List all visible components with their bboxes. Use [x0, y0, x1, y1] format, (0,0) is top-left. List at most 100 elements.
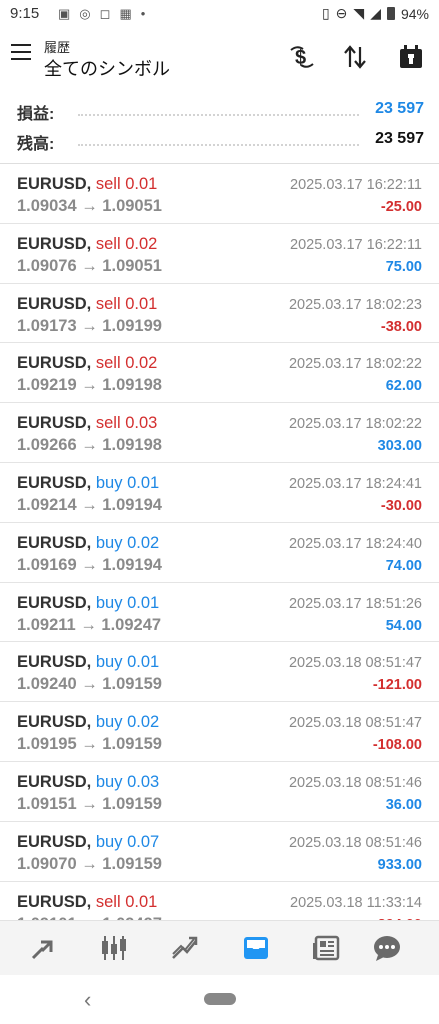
trade-time: 2025.03.18 08:51:47 [288, 655, 422, 672]
trade-side: buy 0.01 [96, 653, 159, 671]
trade-time: 2025.03.18 08:51:46 [288, 834, 422, 851]
trade-prices: 1.09151 → 1.09159 [17, 794, 162, 813]
menu-icon[interactable] [11, 44, 31, 60]
trade-row[interactable]: EURUSD, buy 0.01 1.09214 → 1.09194 2025.03… [0, 463, 439, 523]
battery-icon [386, 7, 395, 20]
trade-profit: 75.00 [385, 258, 422, 275]
trade-side: sell 0.03 [96, 414, 157, 432]
trade-side: buy 0.01 [96, 594, 159, 612]
trade-profit: -30.00 [380, 497, 422, 514]
dot-icon: • [140, 6, 146, 21]
trade-time: 2025.03.17 18:02:23 [288, 296, 422, 313]
wifi-icon: ◥ [353, 5, 365, 21]
volume-label: 0.02 [127, 533, 160, 552]
side-label: sell [95, 354, 121, 373]
summary-profit-row: 損益: 23 597 [0, 96, 439, 126]
volume-label: 0.03 [127, 772, 160, 791]
chat-nav-icon[interactable] [372, 933, 402, 963]
trade-profit: -108.00 [372, 737, 422, 754]
status-right: ▯ ⊖ ◥ ◢ 94% [322, 5, 429, 22]
trade-side: buy 0.03 [96, 773, 159, 791]
trade-time: 2025.03.17 18:24:40 [288, 535, 422, 552]
bottom-navigation [0, 920, 439, 975]
trade-row[interactable]: EURUSD, buy 0.03 1.09151 → 1.09159 2025.03… [0, 762, 439, 822]
balance-label: 残高: [17, 136, 55, 153]
trade-time: 2025.03.18 08:51:46 [288, 774, 422, 791]
trade-time: 2025.03.17 16:22:11 [290, 177, 422, 193]
trade-symbol: EURUSD, buy 0.02 [17, 534, 159, 553]
side-label: buy [95, 593, 123, 612]
back-icon[interactable]: ‹ [84, 987, 91, 1013]
volume-label: 0.01 [127, 473, 160, 492]
dnd-icon: ⊖ [335, 5, 348, 21]
news-nav-icon[interactable] [311, 933, 341, 963]
notification-icons: ▣ ◎ ◻ ▦ • [58, 6, 145, 22]
app-header: 履歴 全てのシンボル $ [0, 28, 439, 84]
trade-row[interactable]: EURUSD, sell 0.01 1.09034 → 1.09051 2025.0… [0, 164, 439, 224]
volume-label: 0.07 [127, 832, 160, 851]
symbol-name: EURUSD, [17, 234, 92, 253]
image-icon: ▣ [58, 6, 71, 21]
signal-icon: ◢ [370, 5, 381, 21]
trade-row[interactable]: EURUSD, buy 0.07 1.09070 → 1.09159 2025.03… [0, 822, 439, 882]
deposit-icon[interactable]: $ [285, 40, 319, 74]
symbol-name: EURUSD, [17, 473, 92, 492]
header-title[interactable]: 全てのシンボル [44, 55, 170, 81]
trade-time: 2025.03.17 18:24:41 [288, 475, 422, 492]
trade-row[interactable]: EURUSD, buy 0.01 1.09211 → 1.09247 2025.03… [0, 583, 439, 643]
trade-row[interactable]: EURUSD, sell 0.011.09101 → 1.094972025.0… [0, 882, 439, 920]
trade-time: 2025.03.17 16:22:11 [290, 236, 422, 253]
trade-side: sell 0.02 [96, 235, 157, 253]
symbol-name: EURUSD, [17, 533, 92, 552]
home-pill[interactable] [204, 993, 236, 1005]
side-label: sell [95, 294, 121, 313]
calendar-icon[interactable] [394, 40, 428, 74]
trade-row[interactable]: EURUSD, sell 0.02 1.09219 → 1.09198 2025.0… [0, 343, 439, 404]
trade-prices: 1.09034 → 1.09051 [17, 197, 162, 215]
vibrate-icon: ▯ [321, 5, 330, 21]
trade-row[interactable]: EURUSD, sell 0.02 1.09076 → 1.09051 2025.0… [0, 224, 439, 284]
trade-history-list[interactable]: EURUSD, sell 0.01 1.09034 → 1.09051 2025.0… [0, 164, 439, 920]
dotted-leader [78, 114, 359, 116]
trade-profit: -25.00 [380, 199, 422, 215]
side-label: buy [95, 772, 123, 791]
symbol-name: EURUSD, [17, 892, 92, 911]
trade-side: buy 0.01 [96, 474, 159, 492]
trade-prices: 1.09214 → 1.09194 [17, 495, 162, 514]
volume-label: 0.01 [127, 593, 160, 612]
trade-symbol: EURUSD, buy 0.01 [17, 474, 159, 493]
volume-label: 0.02 [127, 713, 160, 732]
trade-prices: 1.09219 → 1.09198 [17, 376, 162, 395]
trade-symbol: EURUSD, buy 0.03 [17, 773, 159, 792]
side-label: buy [95, 473, 123, 492]
trade-time: 2025.03.18 08:51:47 [288, 715, 422, 732]
trade-row[interactable]: EURUSD, sell 0.03 1.09266 → 1.09198 2025.0… [0, 403, 439, 463]
side-label: sell [95, 175, 121, 193]
chart-nav-icon[interactable] [99, 933, 129, 963]
trade-symbol: EURUSD, buy 0.07 [17, 833, 159, 852]
trade-time: 2025.03.17 18:02:22 [288, 416, 422, 433]
trade-symbol: EURUSD, sell 0.01 [17, 295, 157, 314]
side-label: sell [95, 892, 121, 911]
side-label: sell [95, 414, 121, 433]
trade-row[interactable]: EURUSD, buy 0.02 1.09169 → 1.09194 2025.03… [0, 523, 439, 583]
trade-row[interactable]: EURUSD, buy 0.01 1.09240 → 1.09159 2025.03… [0, 642, 439, 703]
symbol-name: EURUSD, [17, 772, 92, 791]
trade-row[interactable]: EURUSD, sell 0.01 1.09173 → 1.09199 2025.0… [0, 284, 439, 344]
quotes-nav-icon[interactable] [28, 933, 58, 963]
trade-profit: 54.00 [385, 617, 422, 634]
trade-side: buy 0.07 [96, 833, 159, 851]
trade-row[interactable]: EURUSD, buy 0.02 1.09195 → 1.09159 2025.03… [0, 702, 439, 762]
header-section: 履歴 [44, 40, 71, 55]
sort-icon[interactable] [338, 40, 372, 74]
history-nav-icon[interactable] [241, 933, 271, 963]
dotted-leader [78, 144, 359, 146]
trade-symbol: EURUSD, buy 0.02 [17, 713, 159, 732]
side-label: sell [95, 234, 121, 253]
volume-label: 0.01 [125, 294, 158, 313]
trade-profit: 62.00 [385, 378, 422, 395]
symbol-name: EURUSD, [17, 653, 92, 672]
trade-profit: 933.00 [377, 856, 422, 873]
symbol-name: EURUSD, [17, 414, 92, 433]
trade-nav-icon[interactable] [170, 933, 200, 963]
